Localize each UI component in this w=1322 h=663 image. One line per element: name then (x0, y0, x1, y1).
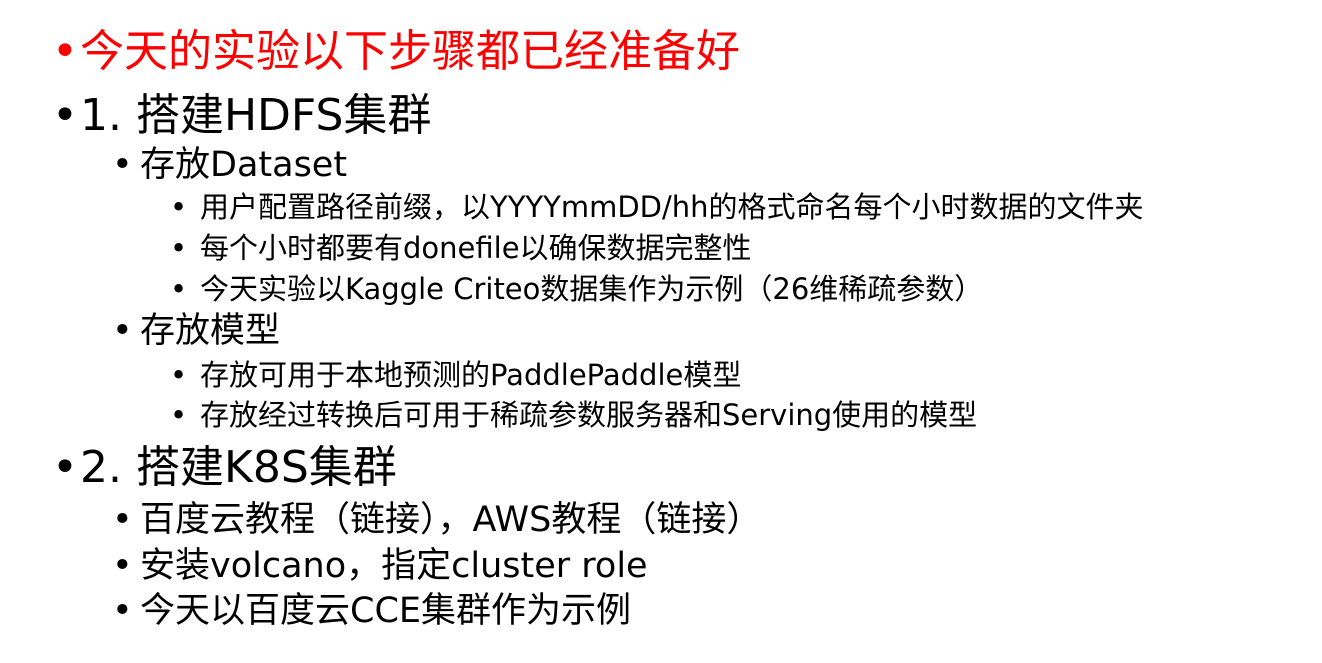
bullet-dot-icon: • (170, 272, 188, 306)
bullet-dot-icon: • (112, 145, 133, 185)
bullet-dot-icon: • (112, 311, 133, 351)
bullet-dot-icon: • (52, 442, 78, 493)
bullet-text: 存放Dataset (140, 145, 348, 185)
bullet-dot-icon: • (112, 591, 133, 631)
bullet-text: 每个小时都要有donefile以确保数据完整性 (200, 231, 752, 265)
bullet-text: 存放模型 (140, 311, 281, 351)
bullet-text: 用户配置路径前缀，以YYYYmmDD/hh的格式命名每个小时数据的文件夹 (200, 190, 1144, 224)
bullet-text: 存放经过转换后可用于稀疏参数服务器和Serving使用的模型 (200, 398, 978, 432)
bullet-dot-icon: • (170, 231, 188, 265)
bullet-dot-icon: • (112, 546, 133, 586)
bullet-dot-icon: • (52, 90, 78, 141)
bullet-dot-icon: • (170, 358, 188, 392)
bullet-text: 安装volcano，指定cluster role (140, 546, 648, 586)
bullet-text: 今天的实验以下步骤都已经准备好 (80, 26, 740, 77)
bullet-text: 存放可用于本地预测的PaddlePaddle模型 (200, 358, 742, 392)
bullet-text: 今天实验以Kaggle Criteo数据集作为示例（26维稀疏参数） (200, 272, 984, 306)
bullet-dot-icon: • (52, 26, 78, 77)
bullet-text: 百度云教程（链接），AWS教程（链接） (140, 500, 762, 540)
bullet-text: 2. 搭建K8S集群 (80, 442, 397, 493)
bullet-dot-icon: • (170, 398, 188, 432)
bullet-text: 今天以百度云CCE集群作为示例 (140, 591, 631, 631)
bullet-text: 1. 搭建HDFS集群 (80, 90, 432, 141)
bullet-dot-icon: • (112, 500, 133, 540)
bullet-dot-icon: • (170, 190, 188, 224)
